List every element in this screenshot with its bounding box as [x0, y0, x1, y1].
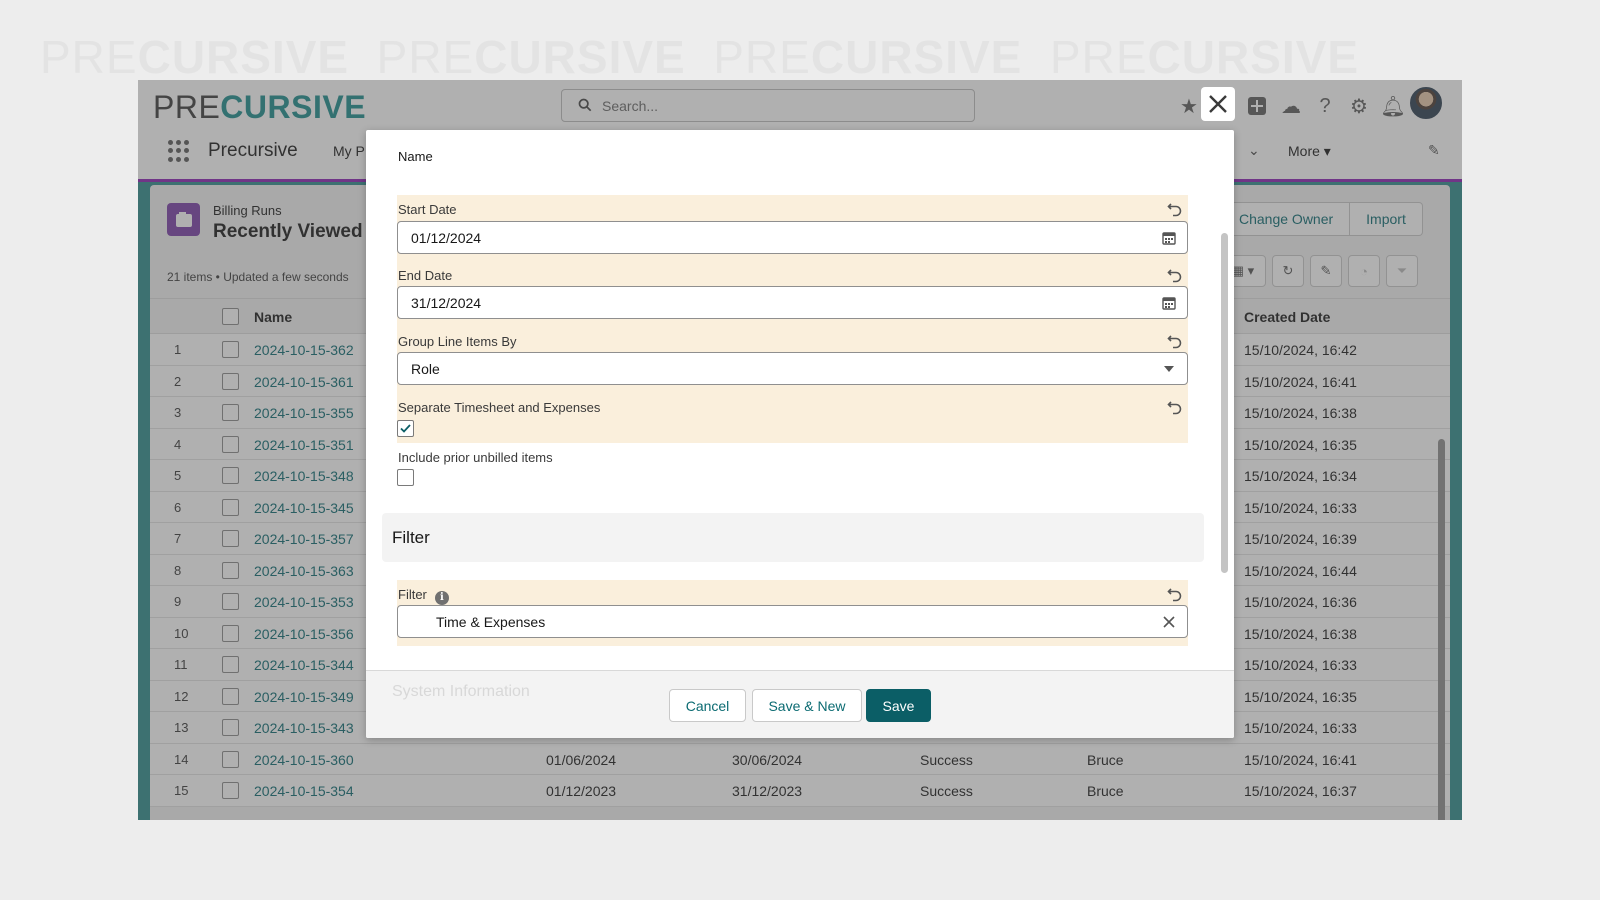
- clear-close-icon[interactable]: [1161, 614, 1177, 630]
- start-date-input[interactable]: 01/12/2024: [397, 221, 1188, 254]
- close-modal-button[interactable]: [1201, 87, 1235, 121]
- separate-timesheet-expenses-label: Separate Timesheet and Expenses: [398, 400, 601, 415]
- save-button[interactable]: Save: [866, 689, 931, 722]
- separate-timesheet-expenses-field: Separate Timesheet and Expenses: [397, 393, 1188, 443]
- save-and-new-button[interactable]: Save & New: [752, 689, 862, 722]
- end-date-label: End Date: [398, 268, 453, 283]
- info-icon[interactable]: i: [434, 591, 449, 605]
- filter-section-header[interactable]: Filter: [382, 513, 1204, 562]
- end-date-field: End Date 31/12/2024: [397, 261, 1188, 327]
- start-date-label: Start Date: [398, 202, 457, 217]
- close-icon: [1209, 95, 1227, 113]
- filter-lookup-input[interactable]: Time & Expenses: [397, 605, 1188, 638]
- system-information-ghost: System Information: [392, 683, 530, 700]
- modal-body: Name Start Date 01/12/2024 End Date 31/1…: [366, 130, 1234, 670]
- name-field-label: Name: [398, 149, 433, 164]
- filter-label-wrap: Filter i: [398, 587, 449, 605]
- modal-footer: System Information Cancel Save & New Sav…: [366, 670, 1234, 738]
- group-line-items-by-select[interactable]: Role: [397, 352, 1188, 385]
- undo-icon[interactable]: [1166, 200, 1184, 218]
- undo-icon[interactable]: [1166, 266, 1184, 284]
- new-billing-run-modal: Name Start Date 01/12/2024 End Date 31/1…: [366, 130, 1234, 738]
- undo-icon[interactable]: [1166, 585, 1184, 603]
- include-prior-unbilled-checkbox[interactable]: [397, 469, 414, 486]
- chevron-down-icon[interactable]: [1161, 361, 1177, 377]
- cancel-button[interactable]: Cancel: [669, 689, 746, 722]
- filter-label: Filter: [398, 587, 427, 602]
- include-prior-unbilled-label: Include prior unbilled items: [398, 450, 553, 465]
- watermark: PRECURSIVE PRECURSIVE PRECURSIVE PRECURS…: [40, 31, 1359, 83]
- modal-scrollbar[interactable]: [1221, 233, 1228, 573]
- end-date-input[interactable]: 31/12/2024: [397, 286, 1188, 319]
- undo-icon[interactable]: [1166, 398, 1184, 416]
- start-date-field: Start Date 01/12/2024: [397, 195, 1188, 261]
- calendar-icon[interactable]: [1161, 295, 1177, 311]
- group-line-items-by-field: Group Line Items By Role: [397, 327, 1188, 393]
- calendar-icon[interactable]: [1161, 230, 1177, 246]
- filter-section-title: Filter: [392, 528, 430, 547]
- separate-timesheet-expenses-checkbox[interactable]: [397, 420, 414, 437]
- undo-icon[interactable]: [1166, 332, 1184, 350]
- group-line-items-by-label: Group Line Items By: [398, 334, 517, 349]
- filter-field: Filter i Time & Expenses: [397, 580, 1188, 646]
